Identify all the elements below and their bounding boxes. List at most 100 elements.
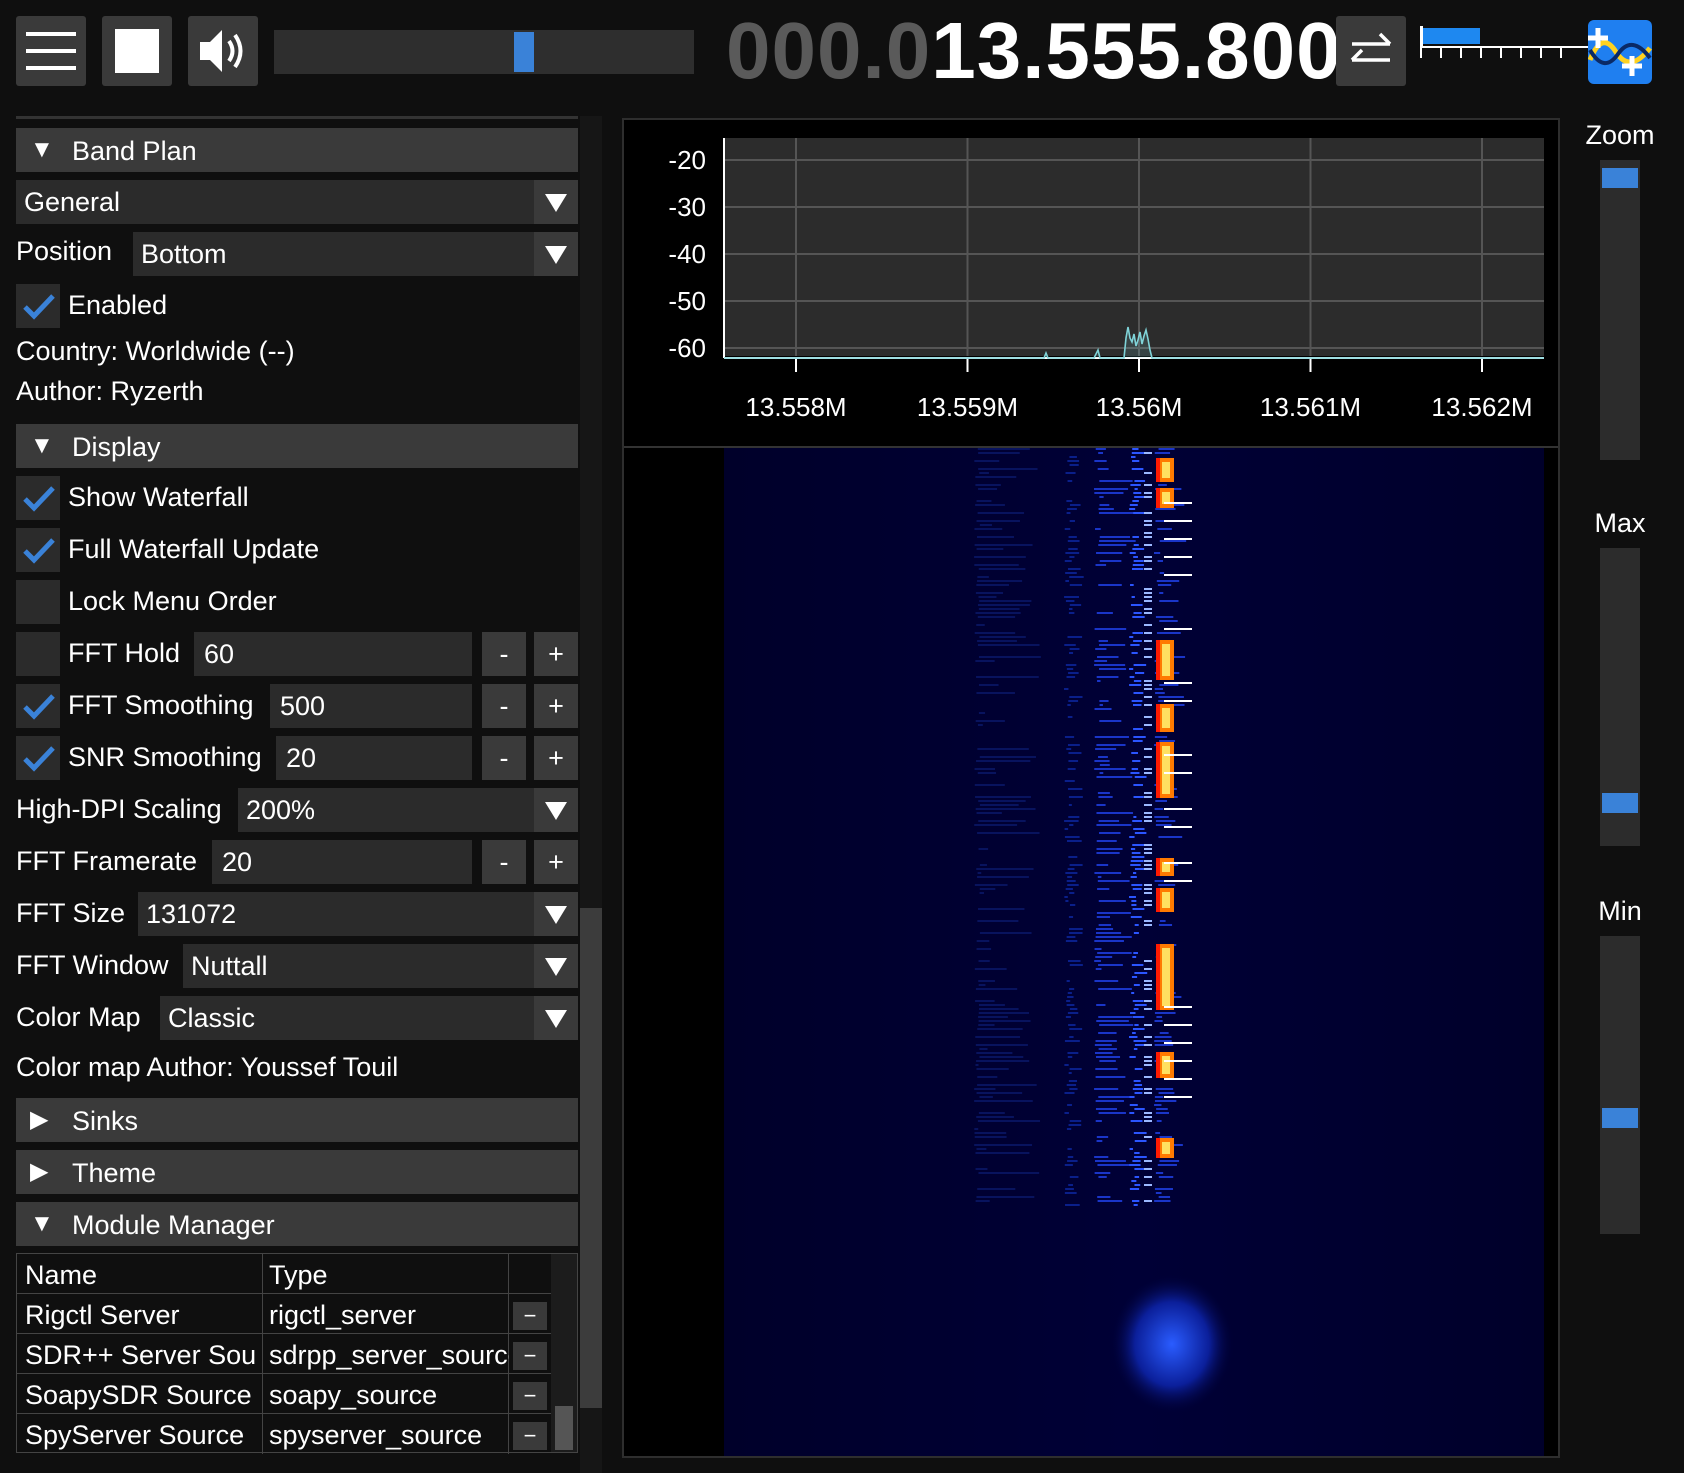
fft-smoothing-checkbox[interactable]: [16, 684, 60, 728]
lock-menu-order-checkbox[interactable]: [16, 580, 60, 624]
fft-window-label: FFT Window: [16, 950, 169, 980]
table-row[interactable]: SoapySDR Source soapy_source −: [17, 1374, 551, 1414]
table-row[interactable]: Rigctl Server rigctl_server −: [17, 1294, 551, 1334]
snr-smoothing-decrement-button[interactable]: -: [482, 736, 526, 780]
fft-framerate-input[interactable]: 20: [212, 840, 472, 884]
full-waterfall-update-checkbox[interactable]: [16, 528, 60, 572]
fft-x-tick-label: 13.558M: [745, 392, 846, 422]
spectrum-area[interactable]: -20 -30 -40 -50 -60 13.558M 13.559M 13.56M 13.5…: [622, 118, 1560, 1458]
min-label: Min: [1598, 896, 1642, 926]
snr-scale-tick: [1460, 48, 1462, 58]
stop-button[interactable]: [102, 16, 172, 86]
fft-framerate-decrement-button[interactable]: -: [482, 840, 526, 884]
fft-hold-input[interactable]: 60: [194, 632, 472, 676]
fft-window-select[interactable]: Nuttall: [183, 944, 578, 988]
snr-scale-tick: [1440, 48, 1442, 58]
snr-smoothing-increment-button[interactable]: +: [534, 736, 578, 780]
waterfall[interactable]: [624, 448, 1558, 1456]
fft-y-tick-label: -40: [668, 239, 706, 269]
menu-icon: [26, 32, 76, 36]
checkmark-icon: [23, 486, 55, 512]
sinks-header[interactable]: ▶ Sinks: [16, 1098, 578, 1142]
remove-module-button[interactable]: −: [513, 1422, 547, 1450]
fft-x-tick-label: 13.56M: [1096, 392, 1183, 422]
remove-module-button[interactable]: −: [513, 1382, 547, 1410]
remove-module-button[interactable]: −: [513, 1342, 547, 1370]
band-plan-select[interactable]: General: [16, 180, 578, 224]
fft-x-tick-label: 13.561M: [1260, 392, 1361, 422]
collapse-arrow-icon: ▼: [30, 136, 54, 163]
author-text: Author: Ryzerth: [16, 376, 204, 406]
show-waterfall-checkbox[interactable]: [16, 476, 60, 520]
min-slider[interactable]: [1600, 936, 1640, 1234]
fft-hold-increment-button[interactable]: +: [534, 632, 578, 676]
module-table: Name Type Rigctl Server rigctl_server − …: [16, 1253, 578, 1454]
remove-module-button[interactable]: −: [513, 1302, 547, 1330]
max-slider[interactable]: [1600, 548, 1640, 846]
min-slider-handle[interactable]: [1602, 1108, 1638, 1129]
country-text: Country: Worldwide (--): [16, 336, 295, 366]
enabled-checkbox[interactable]: [16, 284, 60, 328]
position-label: Position: [16, 236, 113, 266]
fft-hold-label: FFT Hold: [68, 638, 181, 668]
snr-smoothing-checkbox[interactable]: [16, 736, 60, 780]
menu-button[interactable]: [16, 16, 86, 86]
color-map-select[interactable]: Classic: [160, 996, 578, 1040]
max-slider-handle[interactable]: [1602, 792, 1638, 813]
high-dpi-select[interactable]: 200%: [238, 788, 578, 832]
fft-size-select[interactable]: 131072: [138, 892, 578, 936]
fft-size-label: FFT Size: [16, 898, 126, 928]
snr-scale-tick: [1480, 48, 1482, 58]
fft-x-tick-label: 13.562M: [1431, 392, 1532, 422]
snr-scale-tick: [1500, 48, 1502, 58]
snr-scale-tick: [1560, 48, 1562, 58]
dropdown-arrow-icon[interactable]: [534, 892, 578, 936]
stop-icon: [115, 29, 159, 73]
band-plan-header[interactable]: ▼ Band Plan: [16, 128, 578, 172]
column-header-name: Name: [25, 1260, 98, 1290]
dropdown-arrow-icon[interactable]: [534, 788, 578, 832]
zoom-label: Zoom: [1585, 120, 1655, 150]
dropdown-arrow-icon[interactable]: [534, 232, 578, 276]
frequency-display[interactable]: 000.013.555.800: [726, 4, 1342, 98]
fft-smoothing-input[interactable]: 500: [270, 684, 472, 728]
position-select[interactable]: Bottom: [133, 232, 578, 276]
tuning-mode-button[interactable]: [1336, 16, 1406, 86]
fft-hold-checkbox[interactable]: [16, 632, 60, 676]
fft-smoothing-increment-button[interactable]: +: [534, 684, 578, 728]
side-menu-scrollbar[interactable]: [580, 908, 602, 1408]
column-header-type: Type: [269, 1260, 328, 1290]
checkmark-icon: [23, 694, 55, 720]
zoom-slider[interactable]: [1600, 160, 1640, 460]
zoom-slider-handle[interactable]: [1602, 168, 1638, 189]
volume-slider-handle[interactable]: [514, 32, 534, 72]
volume-slider[interactable]: [274, 30, 694, 74]
snr-smoothing-input[interactable]: 20: [276, 736, 472, 780]
mute-button[interactable]: [188, 16, 258, 86]
checkmark-icon: [23, 294, 55, 320]
sdrpp-logo-icon[interactable]: [1588, 20, 1652, 84]
table-row[interactable]: SDR++ Server Source sdrpp_server_source …: [17, 1334, 551, 1374]
swap-arrows-icon: [1350, 32, 1392, 62]
dropdown-arrow-icon[interactable]: [534, 996, 578, 1040]
theme-header[interactable]: ▶ Theme: [16, 1150, 578, 1194]
checkmark-icon: [23, 746, 55, 772]
dropdown-arrow-icon[interactable]: [534, 180, 578, 224]
fft-framerate-increment-button[interactable]: +: [534, 840, 578, 884]
fft-plot[interactable]: -20 -30 -40 -50 -60 13.558M 13.559M 13.56M 13.5…: [624, 120, 1558, 445]
enabled-label: Enabled: [68, 290, 168, 320]
fft-y-tick-label: -30: [668, 192, 706, 222]
table-scrollbar[interactable]: [551, 1254, 577, 1452]
fft-y-tick-label: -60: [668, 333, 706, 363]
fft-smoothing-decrement-button[interactable]: -: [482, 684, 526, 728]
snr-scale-tick: [1520, 48, 1522, 58]
display-header[interactable]: ▼ Display: [16, 424, 578, 468]
fft-hold-decrement-button[interactable]: -: [482, 632, 526, 676]
snr-smoothing-label: SNR Smoothing: [68, 742, 262, 772]
max-label: Max: [1594, 508, 1646, 538]
side-menu: ▼ Band Plan General Position Bottom Enab…: [0, 116, 602, 1473]
table-row[interactable]: SpyServer Source spyserver_source −: [17, 1414, 551, 1454]
module-manager-header[interactable]: ▼ Module Manager: [16, 1202, 578, 1246]
dropdown-arrow-icon[interactable]: [534, 944, 578, 988]
fft-framerate-label: FFT Framerate: [16, 846, 198, 876]
